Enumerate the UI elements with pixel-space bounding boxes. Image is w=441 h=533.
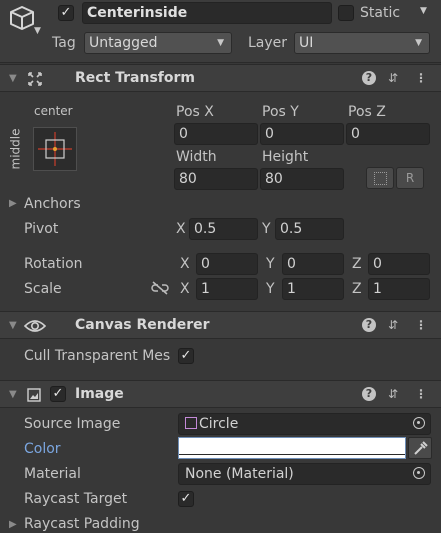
pivot-label: Pivot [24, 221, 59, 237]
anchors-label[interactable]: Anchors [24, 195, 81, 213]
layer-value: UI [299, 35, 314, 51]
width-label: Width [176, 149, 217, 165]
tag-label: Tag [52, 35, 76, 51]
rotation-label: Rotation [24, 256, 83, 272]
chevron-down-icon: ▼ [217, 38, 224, 48]
pivot-y-field[interactable]: 0.5 [275, 218, 344, 240]
presets-icon[interactable]: ⇵ [386, 318, 400, 332]
context-menu-icon[interactable]: ⋮ [414, 387, 428, 401]
context-menu-icon[interactable]: ⋮ [414, 318, 428, 332]
pivot-x-field[interactable]: 0.5 [189, 218, 258, 240]
object-name-field[interactable]: Centerinside [82, 2, 332, 24]
rotation-y-field[interactable]: 0 [282, 253, 344, 275]
raycast-target-label: Raycast Target [24, 491, 128, 507]
anchor-horizontal-label: center [34, 104, 73, 118]
tag-dropdown[interactable]: Untagged ▼ [84, 32, 232, 54]
image-header[interactable]: ▼ ✓ Image ? ⇵ ⋮ [0, 380, 441, 408]
anchors-foldout-icon[interactable]: ▶ [9, 198, 17, 209]
pos-y-label: Pos Y [262, 104, 299, 120]
width-field[interactable]: 80 [174, 168, 258, 190]
source-image-label: Source Image [24, 416, 121, 432]
pivot-x-label: X [176, 221, 186, 237]
height-label: Height [262, 149, 309, 165]
source-image-value: Circle [199, 416, 239, 432]
blueprint-icon [373, 172, 387, 185]
raycast-target-checkbox[interactable]: ✓ [178, 491, 194, 507]
layer-dropdown[interactable]: UI ▼ [294, 32, 430, 54]
constrain-proportions-icon[interactable] [151, 281, 169, 295]
height-field[interactable]: 80 [260, 168, 344, 190]
scale-x-label: X [180, 281, 190, 297]
help-icon[interactable]: ? [362, 318, 376, 332]
anchor-preset-icon [38, 132, 72, 166]
tag-value: Untagged [89, 35, 158, 51]
static-dropdown-arrow-icon[interactable]: ▼ [420, 6, 427, 16]
chevron-down-icon: ▼ [415, 38, 422, 48]
raycast-padding-label[interactable]: Raycast Padding [24, 515, 140, 533]
material-label: Material [24, 466, 81, 482]
object-picker-icon[interactable] [413, 417, 425, 429]
image-title: Image [75, 386, 124, 402]
sprite-icon [185, 417, 197, 429]
blueprint-mode-button[interactable] [366, 167, 394, 189]
rotation-x-field[interactable]: 0 [196, 253, 258, 275]
presets-icon[interactable]: ⇵ [386, 71, 400, 85]
cull-transparent-label-wrap: Cull Transparent Mes [24, 347, 177, 365]
foldout-arrow-icon[interactable]: ▼ [9, 320, 17, 331]
anchor-vertical-label: middle [8, 128, 23, 170]
help-icon[interactable]: ? [362, 71, 376, 85]
icon-dropdown-arrow-icon[interactable]: ▼ [34, 26, 41, 36]
scale-z-field[interactable]: 1 [368, 278, 430, 300]
layer-label: Layer [248, 35, 288, 51]
raw-edit-button[interactable]: R [396, 167, 424, 189]
active-checkbox[interactable]: ✓ [58, 5, 74, 21]
pos-y-field[interactable]: 0 [260, 123, 344, 145]
source-image-field[interactable]: Circle [178, 413, 431, 435]
context-menu-icon[interactable]: ⋮ [414, 71, 428, 85]
rotation-y-label: Y [266, 256, 275, 272]
cull-transparent-checkbox[interactable]: ✓ [178, 348, 194, 364]
material-field[interactable]: None (Material) [178, 463, 431, 485]
eyedropper-icon [414, 441, 428, 455]
material-value: None (Material) [185, 466, 294, 482]
object-picker-icon[interactable] [413, 467, 425, 479]
pos-x-field[interactable]: 0 [174, 123, 258, 145]
eyedropper-button[interactable] [408, 437, 432, 459]
color-alpha-bar [179, 454, 405, 458]
eye-icon [24, 320, 46, 332]
cull-transparent-label: Cull Transparent Mes [24, 348, 171, 364]
rect-transform-header[interactable]: ▼ Rect Transform ? ⇵ ⋮ [0, 64, 441, 92]
scale-y-label: Y [266, 281, 275, 297]
color-field[interactable] [178, 437, 406, 459]
pivot-y-label: Y [262, 221, 271, 237]
color-label: Color [24, 441, 61, 457]
image-enabled-checkbox[interactable]: ✓ [50, 386, 66, 402]
anchor-presets-button[interactable] [33, 127, 77, 171]
scale-label: Scale [24, 281, 62, 297]
foldout-arrow-icon[interactable]: ▼ [9, 73, 17, 84]
rotation-x-label: X [180, 256, 190, 272]
static-checkbox[interactable] [338, 5, 354, 21]
gameobject-cube-icon [10, 6, 34, 30]
foldout-arrow-icon[interactable]: ▼ [9, 389, 17, 400]
pos-z-field[interactable]: 0 [346, 123, 430, 145]
scale-z-label: Z [352, 281, 362, 297]
pos-z-label: Pos Z [348, 104, 386, 120]
rotation-z-field[interactable]: 0 [368, 253, 430, 275]
presets-icon[interactable]: ⇵ [386, 387, 400, 401]
rect-transform-icon [28, 72, 42, 86]
canvas-renderer-title: Canvas Renderer [75, 317, 210, 333]
rotation-z-label: Z [352, 256, 362, 272]
static-label: Static [360, 5, 401, 21]
canvas-renderer-header[interactable]: ▼ Canvas Renderer ? ⇵ ⋮ [0, 311, 441, 339]
rect-transform-title: Rect Transform [75, 70, 196, 86]
pos-x-label: Pos X [176, 104, 214, 120]
gameobject-header: ▼ ✓ Centerinside Static ▼ Tag Untagged ▼… [0, 0, 441, 63]
scale-y-field[interactable]: 1 [282, 278, 344, 300]
raycast-padding-foldout-icon[interactable]: ▶ [9, 519, 17, 530]
help-icon[interactable]: ? [362, 387, 376, 401]
scale-x-field[interactable]: 1 [196, 278, 258, 300]
image-component-icon [27, 388, 41, 402]
